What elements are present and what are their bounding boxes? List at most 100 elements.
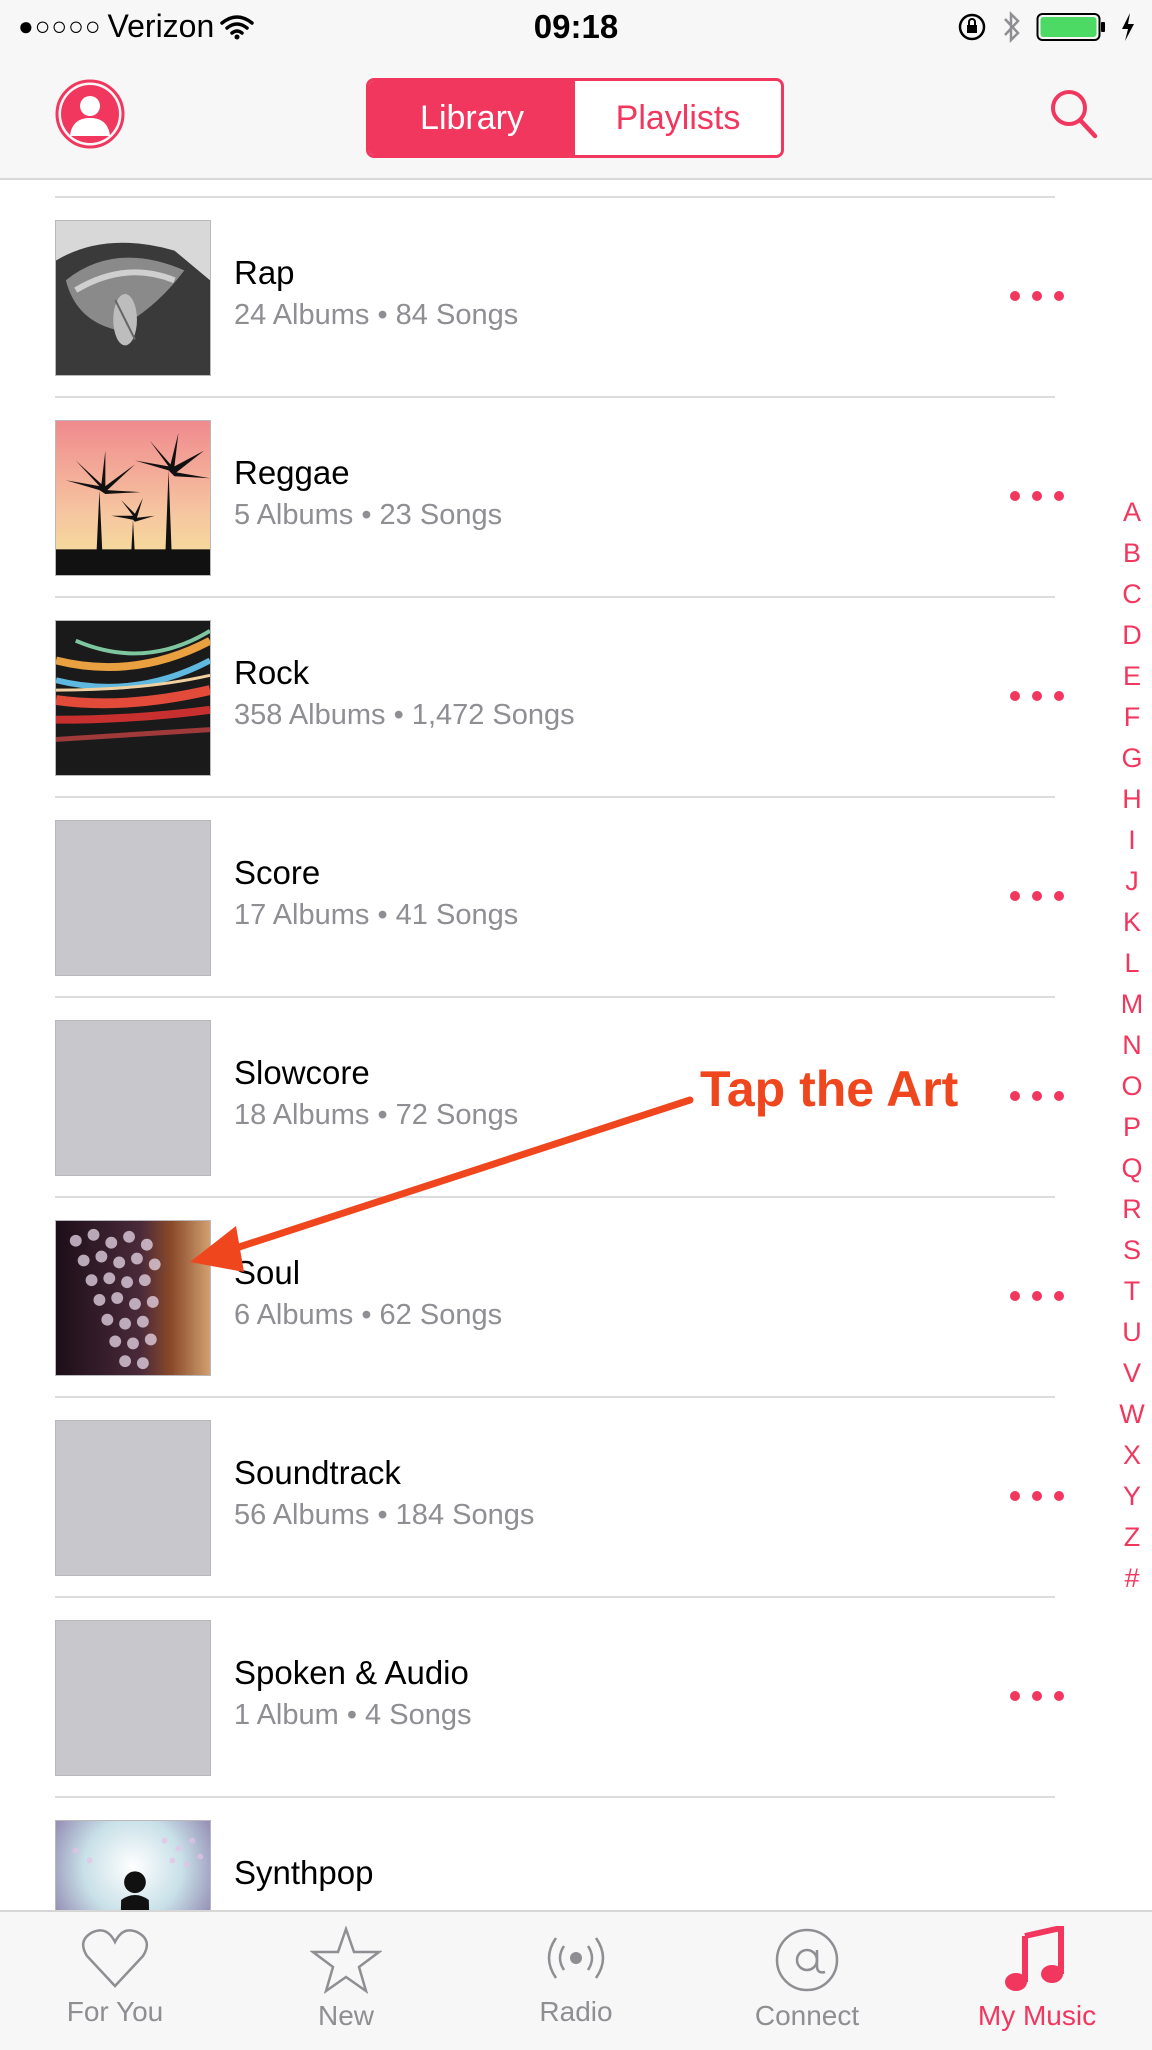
at-sign-icon xyxy=(775,1928,839,1992)
library-playlists-segmented-control: Library Playlists xyxy=(366,78,784,158)
index-letter[interactable]: Y xyxy=(1114,1476,1150,1517)
tab-radio[interactable]: Radio xyxy=(476,1926,676,2046)
tab-new[interactable]: New xyxy=(246,1926,446,2046)
tab-connect[interactable]: Connect xyxy=(707,1926,907,2046)
more-dot xyxy=(1054,491,1064,501)
tab-label: Radio xyxy=(539,1996,613,2027)
tab-my-music[interactable]: My Music xyxy=(937,1926,1137,2046)
more-options-button[interactable] xyxy=(1010,276,1064,316)
star-icon xyxy=(310,1926,382,1994)
genre-row-score[interactable]: Score 17 Albums • 41 Songs xyxy=(0,798,1152,998)
hand-photo-art xyxy=(56,221,210,375)
index-letter[interactable]: C xyxy=(1114,574,1150,615)
index-letter[interactable]: I xyxy=(1114,820,1150,861)
more-dot xyxy=(1010,491,1020,501)
more-dot xyxy=(1010,1691,1020,1701)
profile-icon xyxy=(55,79,125,149)
index-letter[interactable]: E xyxy=(1114,656,1150,697)
genre-title: Reggae xyxy=(234,454,350,491)
rotation-lock-icon xyxy=(958,13,986,41)
more-dot xyxy=(1054,891,1064,901)
heart-icon xyxy=(81,1929,149,1988)
index-letter[interactable]: # xyxy=(1114,1558,1150,1599)
profile-button[interactable] xyxy=(54,78,126,150)
more-dot xyxy=(1054,291,1064,301)
album-art-placeholder[interactable] xyxy=(55,1420,211,1576)
more-dot xyxy=(1054,1091,1064,1101)
index-letter[interactable]: K xyxy=(1114,902,1150,943)
index-letter[interactable]: P xyxy=(1114,1107,1150,1148)
tab-label: New xyxy=(317,2000,374,2031)
index-letter[interactable]: D xyxy=(1114,615,1150,656)
more-options-button[interactable] xyxy=(1010,1276,1064,1316)
index-letter[interactable]: X xyxy=(1114,1435,1150,1476)
more-dot xyxy=(1032,291,1042,301)
genre-row-reggae[interactable]: Reggae 5 Albums • 23 Songs xyxy=(0,398,1152,598)
index-letter[interactable]: M xyxy=(1114,984,1150,1025)
more-dot xyxy=(1054,1691,1064,1701)
tab-label: My Music xyxy=(977,2000,1097,2031)
more-options-button[interactable] xyxy=(1010,476,1064,516)
index-letter[interactable]: Q xyxy=(1114,1148,1150,1189)
index-letter[interactable]: B xyxy=(1114,533,1150,574)
album-art-placeholder[interactable] xyxy=(55,1620,211,1776)
playlists-segment[interactable]: Playlists xyxy=(575,81,781,155)
more-options-button[interactable] xyxy=(1010,676,1064,716)
genre-row-rap[interactable]: Rap 24 Albums • 84 Songs xyxy=(0,198,1152,398)
genre-title: Rock xyxy=(234,654,310,691)
genre-title: Soul xyxy=(234,1254,301,1291)
album-art-rock[interactable] xyxy=(55,620,211,776)
album-art-reggae[interactable] xyxy=(55,420,211,576)
search-icon xyxy=(1051,90,1098,139)
music-note-icon xyxy=(1005,1926,1064,1991)
genre-subtitle: 358 Albums • 1,472 Songs xyxy=(234,699,575,731)
more-options-button[interactable] xyxy=(1010,1076,1064,1116)
album-art-placeholder[interactable] xyxy=(55,1020,211,1176)
more-options-button[interactable] xyxy=(1010,1476,1064,1516)
genre-title: Slowcore xyxy=(234,1054,370,1091)
genre-list[interactable]: Rap 24 Albums • 84 Songs Reggae 5 Albums… xyxy=(0,178,1152,1910)
genre-row-slowcore[interactable]: Slowcore 18 Albums • 72 Songs xyxy=(0,998,1152,1198)
more-dot xyxy=(1010,1491,1020,1501)
album-art-synthpop[interactable] xyxy=(55,1820,211,1910)
index-letter[interactable]: O xyxy=(1114,1066,1150,1107)
more-options-button[interactable] xyxy=(1010,1676,1064,1716)
index-letter[interactable]: U xyxy=(1114,1312,1150,1353)
genre-title: Spoken & Audio xyxy=(234,1654,469,1691)
index-letter[interactable]: T xyxy=(1114,1271,1150,1312)
genre-row-soul[interactable]: Soul 6 Albums • 62 Songs xyxy=(0,1198,1152,1398)
album-art-placeholder[interactable] xyxy=(55,820,211,976)
album-art-rap[interactable] xyxy=(55,220,211,376)
genre-title: Score xyxy=(234,854,321,891)
navigation-bar: Library Playlists xyxy=(0,56,1152,180)
genre-row-soundtrack[interactable]: Soundtrack 56 Albums • 184 Songs xyxy=(0,1398,1152,1598)
album-art-soul[interactable] xyxy=(55,1220,211,1376)
genre-row-spoken-audio[interactable]: Spoken & Audio 1 Album • 4 Songs xyxy=(0,1598,1152,1798)
charging-bolt-icon xyxy=(1122,13,1134,41)
tab-label: Connect xyxy=(754,2000,860,2031)
tab-for-you[interactable]: For You xyxy=(15,1926,215,2046)
more-dot xyxy=(1032,1091,1042,1101)
tab-bar: For You New Radio Connect My Music xyxy=(0,1910,1152,2050)
index-letter[interactable]: V xyxy=(1114,1353,1150,1394)
index-letter[interactable]: F xyxy=(1114,697,1150,738)
index-letter[interactable]: W xyxy=(1114,1394,1150,1435)
genre-subtitle: 18 Albums • 72 Songs xyxy=(234,1099,519,1131)
search-button[interactable] xyxy=(1048,86,1100,142)
index-letter[interactable]: Z xyxy=(1114,1517,1150,1558)
more-dot xyxy=(1054,1291,1064,1301)
index-letter[interactable]: L xyxy=(1114,943,1150,984)
index-letter[interactable]: N xyxy=(1114,1025,1150,1066)
section-index[interactable]: A B C D E F G H I J K L M N O P Q R S T U V W X Y Z # xyxy=(1114,492,1150,1599)
index-letter[interactable]: G xyxy=(1114,738,1150,779)
index-letter[interactable]: H xyxy=(1114,779,1150,820)
index-letter[interactable]: A xyxy=(1114,492,1150,533)
genre-row-synthpop[interactable]: Synthpop xyxy=(0,1798,1152,1910)
more-dot xyxy=(1054,691,1064,701)
index-letter[interactable]: S xyxy=(1114,1230,1150,1271)
more-options-button[interactable] xyxy=(1010,876,1064,916)
genre-row-rock[interactable]: Rock 358 Albums • 1,472 Songs xyxy=(0,598,1152,798)
library-segment[interactable]: Library xyxy=(369,81,575,155)
index-letter[interactable]: J xyxy=(1114,861,1150,902)
index-letter[interactable]: R xyxy=(1114,1189,1150,1230)
